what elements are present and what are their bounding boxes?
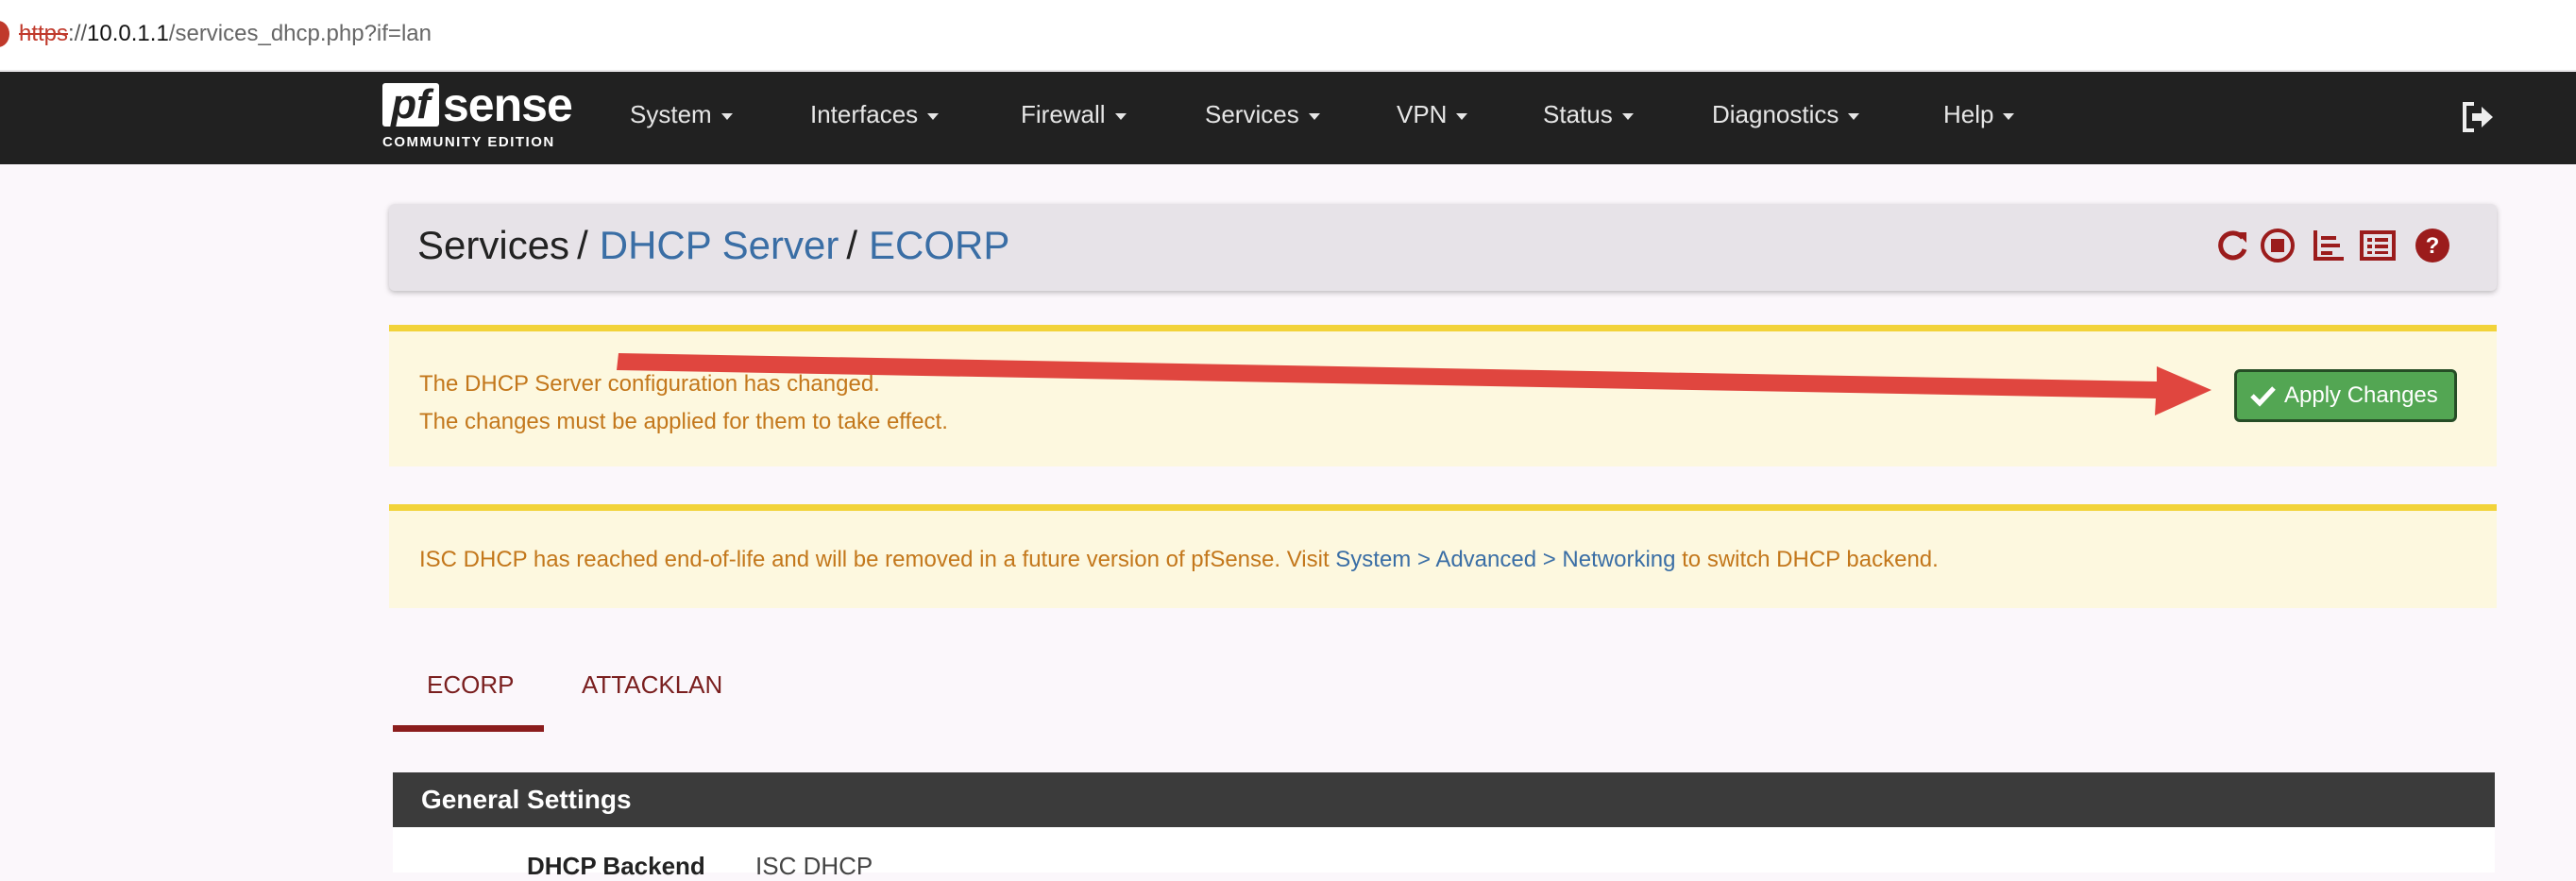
dhcp-backend-value: ISC DHCP xyxy=(755,852,873,880)
chevron-down-icon xyxy=(1114,112,1127,120)
active-tab-indicator xyxy=(393,725,544,732)
nav-help[interactable]: Help xyxy=(1943,100,2015,129)
chevron-down-icon xyxy=(1308,112,1320,120)
general-settings-body: DHCP Backend ISC DHCP xyxy=(393,827,2495,880)
breadcrumb-ecorp[interactable]: ECORP xyxy=(869,223,1009,267)
nav-vpn[interactable]: VPN xyxy=(1397,100,1468,129)
reload-icon[interactable] xyxy=(2213,227,2251,264)
url-host: 10.0.1.1 xyxy=(87,21,169,46)
svg-text:?: ? xyxy=(2426,233,2440,259)
nav-system-label: System xyxy=(630,100,712,128)
nav-interfaces[interactable]: Interfaces xyxy=(810,100,940,129)
logo-pf: pf xyxy=(382,83,439,127)
alert-line-1: The DHCP Server configuration has change… xyxy=(419,371,880,397)
nav-interfaces-label: Interfaces xyxy=(810,100,919,128)
logo-sense: sense xyxy=(443,78,573,131)
nav-vpn-label: VPN xyxy=(1397,100,1448,128)
apply-changes-label: Apply Changes xyxy=(2284,382,2438,408)
breadcrumb-icons: ? xyxy=(2213,227,2468,268)
general-settings-header: General Settings xyxy=(393,772,2495,827)
nav-services-label: Services xyxy=(1205,100,1299,128)
eol-suffix: to switch DHCP backend. xyxy=(1675,547,1939,572)
nav-diagnostics[interactable]: Diagnostics xyxy=(1712,100,1860,129)
nav-firewall-label: Firewall xyxy=(1021,100,1106,128)
chevron-down-icon xyxy=(927,112,940,120)
top-navbar: pf sense COMMUNITY EDITION System Interf… xyxy=(0,72,2576,164)
nav-services[interactable]: Services xyxy=(1205,100,1320,129)
nav-firewall[interactable]: Firewall xyxy=(1021,100,1127,129)
pfsense-logo[interactable]: pf sense COMMUNITY EDITION xyxy=(382,79,581,155)
breadcrumb: Services / DHCP Server / ECORP xyxy=(417,223,1009,268)
eol-prefix: ISC DHCP has reached end-of-life and wil… xyxy=(419,547,1336,572)
checkmark-icon xyxy=(2250,386,2276,407)
stop-icon[interactable] xyxy=(2259,227,2296,264)
security-warning-icon[interactable] xyxy=(0,21,9,47)
logo-edition: COMMUNITY EDITION xyxy=(382,134,555,150)
tab-ecorp[interactable]: ECORP xyxy=(427,670,514,700)
alert-line-2: The changes must be applied for them to … xyxy=(419,409,948,434)
url-path: /services_dhcp.php?if=lan xyxy=(168,21,432,46)
url-text[interactable]: https://10.0.1.1/services_dhcp.php?if=la… xyxy=(19,21,432,47)
apply-changes-button[interactable]: Apply Changes xyxy=(2234,369,2457,422)
nav-status-label: Status xyxy=(1543,100,1613,128)
nav-status[interactable]: Status xyxy=(1543,100,1634,129)
dhcp-backend-label: DHCP Backend xyxy=(527,852,705,880)
eol-networking-link[interactable]: System > Advanced > Networking xyxy=(1335,547,1675,572)
nav-system[interactable]: System xyxy=(630,100,733,129)
chevron-down-icon xyxy=(1456,112,1468,120)
breadcrumb-dhcp-server[interactable]: DHCP Server xyxy=(600,223,839,267)
breadcrumb-services: Services xyxy=(417,223,570,267)
chart-icon[interactable] xyxy=(2310,227,2347,264)
eol-message: ISC DHCP has reached end-of-life and wil… xyxy=(419,547,1939,573)
chevron-down-icon xyxy=(1621,112,1634,120)
tab-attacklan[interactable]: ATTACKLAN xyxy=(582,670,722,700)
breadcrumb-separator: / xyxy=(846,223,858,267)
url-separator: :// xyxy=(68,21,88,46)
browser-address-bar[interactable]: https://10.0.1.1/services_dhcp.php?if=la… xyxy=(0,0,2576,71)
nav-help-label: Help xyxy=(1943,100,1994,128)
config-changed-alert: The DHCP Server configuration has change… xyxy=(389,325,2497,466)
breadcrumb-separator: / xyxy=(577,223,588,267)
eol-alert: ISC DHCP has reached end-of-life and wil… xyxy=(389,504,2497,608)
log-icon[interactable] xyxy=(2359,227,2397,264)
nav-diagnostics-label: Diagnostics xyxy=(1712,100,1839,128)
chevron-down-icon xyxy=(1848,112,1860,120)
chevron-down-icon xyxy=(720,112,733,120)
help-icon[interactable]: ? xyxy=(2414,227,2451,264)
chevron-down-icon xyxy=(2003,112,2015,120)
url-protocol: https xyxy=(19,21,69,46)
logout-icon[interactable] xyxy=(2459,98,2497,136)
breadcrumb-panel: Services / DHCP Server / ECORP ? xyxy=(389,204,2497,291)
